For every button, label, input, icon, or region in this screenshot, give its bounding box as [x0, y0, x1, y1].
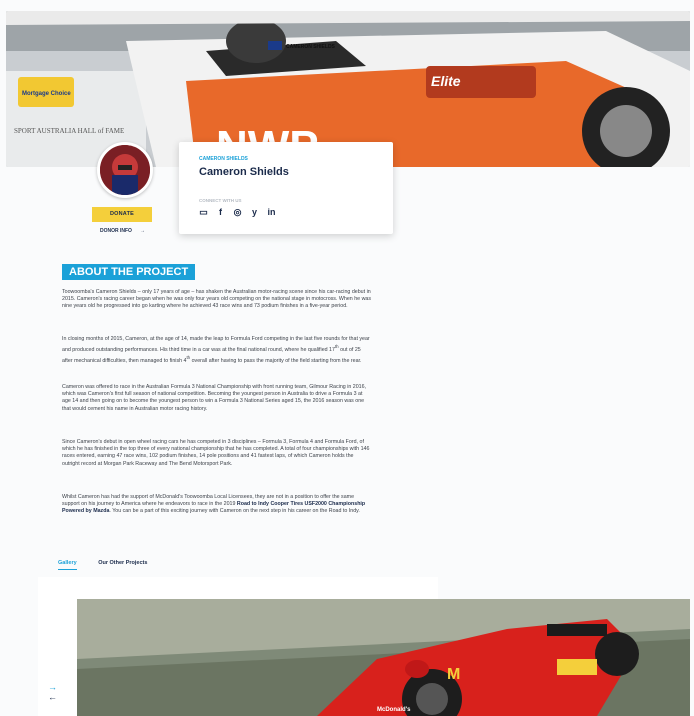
mcdonalds-logo: M	[447, 666, 460, 683]
facebook-icon[interactable]: f	[216, 208, 225, 217]
about-paragraph-2: In closing months of 2015, Cameron, at t…	[62, 336, 372, 365]
hero-car-name: CAMERON SHIELDS	[286, 44, 336, 50]
gallery-race-car-image: M McDonald's	[77, 599, 690, 716]
about-paragraph-3: Cameron was offered to race in the Austr…	[62, 384, 367, 412]
about-heading: ABOUT THE PROJECT	[62, 264, 196, 280]
gallery-sponsor-text: McDonald's	[377, 707, 411, 713]
about-paragraph-1: Toowoomba's Cameron Shields – only 17 ye…	[62, 289, 371, 310]
avatar	[97, 142, 153, 198]
hero-elite-text: Elite	[431, 73, 461, 89]
about-paragraph-4: Since Cameron's debut in open wheel raci…	[62, 439, 370, 467]
profile-card: CAMERON SHIELDS Cameron Shields CONNECT …	[179, 142, 393, 234]
tab-gallery[interactable]: Gallery	[58, 560, 77, 570]
about-paragraph-5-part-c: . You can be a part of this exciting jou…	[109, 508, 360, 515]
profile-small-name: CAMERON SHIELDS	[199, 156, 248, 162]
donate-button[interactable]: DONATE	[92, 207, 152, 222]
linkedin-icon[interactable]: in	[267, 208, 276, 217]
social-links: ▭ f ◎ y in	[199, 208, 276, 217]
arrow-right-icon[interactable]: →	[48, 682, 57, 692]
donor-info-link[interactable]: DONOR INFO →	[100, 228, 145, 234]
connect-label: CONNECT WITH US	[199, 198, 242, 203]
gallery-arrows: → ←	[48, 682, 57, 702]
avatar-image	[100, 145, 150, 195]
project-tabs: Gallery Our Other Projects	[58, 560, 167, 570]
hero-sponsor-logo: Mortgage Choice	[22, 91, 71, 97]
instagram-icon[interactable]: ◎	[233, 208, 242, 217]
tab-other-projects[interactable]: Our Other Projects	[98, 560, 147, 569]
profile-name: Cameron Shields	[199, 166, 289, 178]
about-paragraph-5: Whilst Cameron has had the support of Mc…	[62, 494, 372, 516]
about-paragraph-2-part-c: overall after having to pass the majorit…	[190, 357, 362, 364]
about-paragraph-2-part-a: In closing months of 2015, Cameron, at t…	[62, 336, 370, 353]
hero-wall-text: SPORT AUSTRALIA HALL of FAME	[14, 127, 124, 135]
donor-info-label: DONOR INFO	[100, 228, 132, 234]
arrow-right-icon: →	[139, 228, 145, 234]
monitor-icon[interactable]: ▭	[199, 208, 208, 217]
arrow-left-icon[interactable]: ←	[48, 692, 57, 702]
gallery-image: M McDonald's	[77, 599, 690, 716]
twitter-icon[interactable]: y	[250, 208, 259, 217]
